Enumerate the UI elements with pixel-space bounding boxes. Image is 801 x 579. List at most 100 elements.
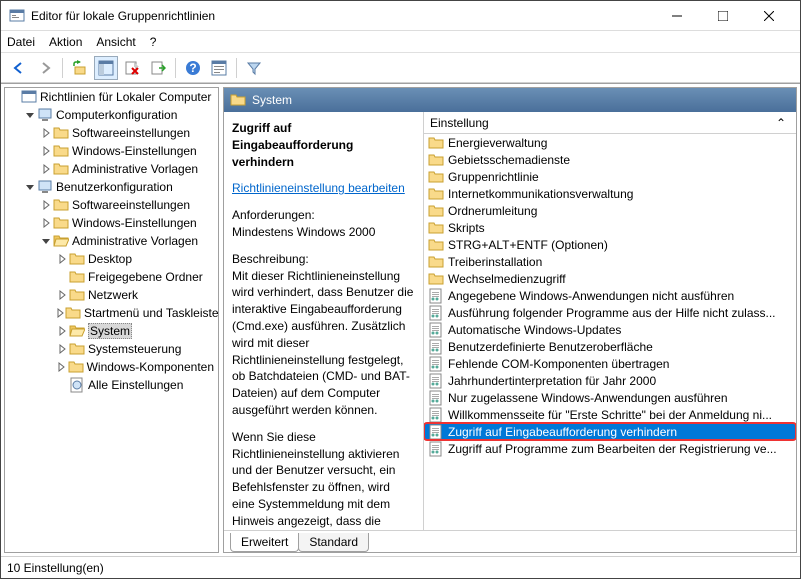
properties-button[interactable] [207, 56, 231, 80]
tree-uc-windows[interactable]: Windows-Einstellungen [5, 214, 218, 232]
status-text: 10 Einstellung(en) [7, 561, 104, 575]
settings-policy[interactable]: Benutzerdefinierte Benutzeroberfläche [424, 338, 796, 355]
settings-policy[interactable]: Zugriff auf Eingabeaufforderung verhinde… [424, 423, 796, 440]
help-button[interactable]: ? [181, 56, 205, 80]
tree-uc-all[interactable]: Alle Einstellungen [5, 376, 218, 394]
node-label: Startmenü und Taskleiste [84, 306, 219, 320]
show-hide-tree-button[interactable] [94, 56, 118, 80]
tree-cc-admin[interactable]: Administrative Vorlagen [5, 160, 218, 178]
policy-icon [428, 373, 444, 389]
tree-uc-startmenu[interactable]: Startmenü und Taskleiste [5, 304, 218, 322]
expand-icon[interactable] [55, 362, 68, 372]
settings-policy[interactable]: Zugriff auf Programme zum Bearbeiten der… [424, 440, 796, 457]
menu-view[interactable]: Ansicht [96, 35, 135, 49]
expand-icon[interactable] [55, 344, 69, 354]
back-button[interactable] [7, 56, 31, 80]
expand-icon[interactable] [39, 164, 53, 174]
node-icon [69, 377, 85, 393]
node-label: Richtlinien für Lokaler Computer [40, 90, 211, 104]
tree-user-config[interactable]: Benutzerkonfiguration [5, 178, 218, 196]
expand-icon[interactable] [55, 254, 69, 264]
settings-policy[interactable]: Nur zugelassene Windows-Anwendungen ausf… [424, 389, 796, 406]
settings-folder[interactable]: Wechselmedienzugriff [424, 270, 796, 287]
settings-policy[interactable]: Fehlende COM-Komponenten übertragen [424, 355, 796, 372]
expand-icon[interactable] [39, 146, 53, 156]
tree-uc-desktop[interactable]: Desktop [5, 250, 218, 268]
edit-policy-link[interactable]: Richtlinieneinstellung bearbeiten [232, 181, 405, 195]
node-icon [53, 215, 69, 231]
tab-standard[interactable]: Standard [298, 533, 369, 552]
export-button[interactable] [146, 56, 170, 80]
expand-icon[interactable] [39, 128, 53, 138]
policy-icon [428, 390, 444, 406]
expand-icon[interactable] [55, 290, 69, 300]
settings-item-label: Gruppenrichtlinie [448, 170, 539, 184]
menu-action[interactable]: Aktion [49, 35, 82, 49]
settings-header-col[interactable]: Einstellung [424, 116, 766, 130]
tree-uc-shared[interactable]: Freigegebene Ordner [5, 268, 218, 286]
tree-cc-software[interactable]: Softwareeinstellungen [5, 124, 218, 142]
settings-folder[interactable]: Energieverwaltung [424, 134, 796, 151]
settings-policy[interactable]: Ausführung folgender Programme aus der H… [424, 304, 796, 321]
filter-button[interactable] [242, 56, 266, 80]
expand-icon[interactable] [39, 236, 53, 246]
policy-title: Zugriff auf Eingabeaufforderung verhinde… [232, 121, 353, 169]
settings-policy[interactable]: Automatische Windows-Updates [424, 321, 796, 338]
settings-item-label: Angegebene Windows-Anwendungen nicht aus… [448, 289, 734, 303]
menu-file[interactable]: Datei [7, 35, 35, 49]
settings-list[interactable]: Einstellung ⌃ EnergieverwaltungGebietssc… [424, 112, 796, 530]
expand-icon[interactable] [39, 218, 53, 228]
node-label: Softwareeinstellungen [72, 198, 190, 212]
node-icon [69, 323, 85, 339]
tree-uc-control[interactable]: Systemsteuerung [5, 340, 218, 358]
settings-folder[interactable]: Treiberinstallation [424, 253, 796, 270]
content-header: System [224, 88, 796, 112]
settings-folder[interactable]: Ordnerumleitung [424, 202, 796, 219]
policy-icon [428, 305, 444, 321]
expand-icon[interactable] [55, 308, 65, 318]
titlebar: Editor für lokale Gruppenrichtlinien [1, 1, 800, 31]
tree-uc-system[interactable]: System [5, 322, 218, 340]
settings-item-label: Ordnerumleitung [448, 204, 537, 218]
settings-header[interactable]: Einstellung ⌃ [424, 112, 796, 134]
settings-folder[interactable]: Skripts [424, 219, 796, 236]
node-icon [37, 179, 53, 195]
tree-cc-windows[interactable]: Windows-Einstellungen [5, 142, 218, 160]
expand-icon[interactable] [55, 326, 69, 336]
tab-extended[interactable]: Erweitert [230, 533, 299, 552]
node-icon [53, 197, 69, 213]
tree-uc-admin[interactable]: Administrative Vorlagen [5, 232, 218, 250]
policy-icon [428, 288, 444, 304]
policy-icon [428, 407, 444, 423]
node-icon [21, 89, 37, 105]
delete-button[interactable] [120, 56, 144, 80]
folder-icon [428, 220, 444, 236]
folder-icon [428, 237, 444, 253]
expand-icon[interactable] [23, 182, 37, 192]
settings-policy[interactable]: Jahrhundertinterpretation für Jahr 2000 [424, 372, 796, 389]
tree-uc-network[interactable]: Netzwerk [5, 286, 218, 304]
expand-icon[interactable] [23, 110, 37, 120]
settings-folder[interactable]: Gruppenrichtlinie [424, 168, 796, 185]
tree-pane[interactable]: Richtlinien für Lokaler Computer Computer… [4, 87, 219, 553]
tree-uc-wincomp[interactable]: Windows-Komponenten [5, 358, 218, 376]
forward-button[interactable] [33, 56, 57, 80]
tree-uc-software[interactable]: Softwareeinstellungen [5, 196, 218, 214]
tree-computer-config[interactable]: Computerkonfiguration [5, 106, 218, 124]
settings-item-label: Jahrhundertinterpretation für Jahr 2000 [448, 374, 656, 388]
settings-policy[interactable]: Willkommensseite für "Erste Schritte" be… [424, 406, 796, 423]
menu-help[interactable]: ? [150, 35, 157, 49]
settings-folder[interactable]: Internetkommunikationsverwaltung [424, 185, 796, 202]
maximize-button[interactable] [700, 1, 746, 31]
up-button[interactable] [68, 56, 92, 80]
settings-item-label: Willkommensseite für "Erste Schritte" be… [448, 408, 772, 422]
settings-folder[interactable]: Gebietsschemadienste [424, 151, 796, 168]
minimize-button[interactable] [654, 1, 700, 31]
close-button[interactable] [746, 1, 792, 31]
node-label: Administrative Vorlagen [72, 162, 198, 176]
expand-icon[interactable] [39, 200, 53, 210]
settings-policy[interactable]: Angegebene Windows-Anwendungen nicht aus… [424, 287, 796, 304]
tree-root[interactable]: Richtlinien für Lokaler Computer [5, 88, 218, 106]
node-icon [37, 107, 53, 123]
settings-folder[interactable]: STRG+ALT+ENTF (Optionen) [424, 236, 796, 253]
